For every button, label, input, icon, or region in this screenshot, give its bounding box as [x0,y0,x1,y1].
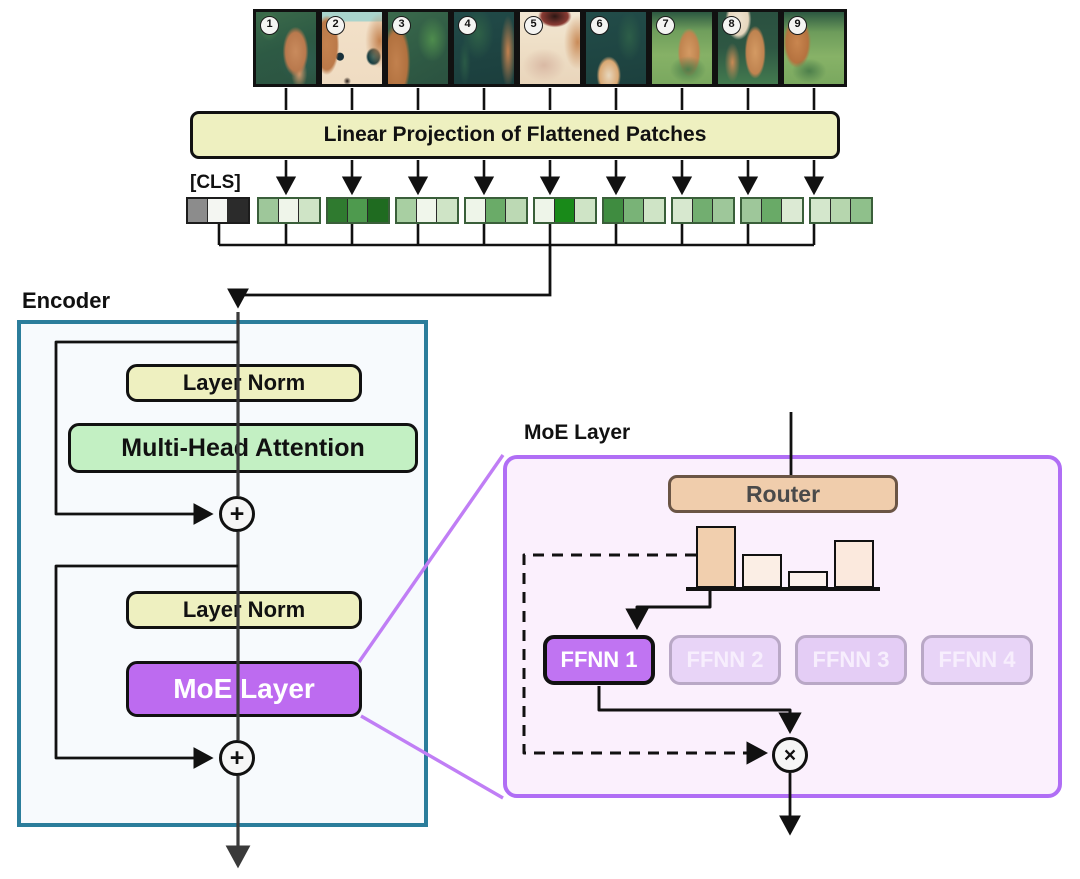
token-embedding-row [186,197,878,224]
gate-multiply-node: × [772,737,808,773]
linear-projection-label: Linear Projection of Flattened Patches [323,123,707,146]
embedding-cell [208,199,228,222]
embedding-cell [188,199,208,222]
expert-label: FFNN 1 [560,647,638,672]
patch-number: 4 [458,16,477,35]
patch-number: 1 [260,16,279,35]
embedding-cell [604,199,624,222]
moe-layer-label: MoE Layer [173,673,315,704]
router-gate-bar-3 [788,571,828,588]
embedding-cell [624,199,644,222]
router-gate-bar-4 [834,540,874,588]
embedding-cell [575,199,595,222]
cls-token-label: [CLS] [190,172,241,193]
router-gate-histogram [686,510,880,591]
embedding-cell [742,199,762,222]
patch-number: 5 [524,16,543,35]
patch-number: 8 [722,16,741,35]
embedding-cell [486,199,506,222]
expert-ffnn-4[interactable]: FFNN 4 [921,635,1033,685]
router-box[interactable]: Router [668,475,898,513]
residual-add-2: + [219,740,255,776]
expert-label: FFNN 4 [938,647,1016,672]
embedding-cell [368,199,388,222]
embedding-cell [831,199,851,222]
embedding-cell [644,199,664,222]
layer-norm-2-label: Layer Norm [182,597,306,622]
patch-token-embedding-7 [671,197,735,224]
image-patch-9: 9 [781,9,847,87]
patch-number: 7 [656,16,675,35]
router-gate-bar-2 [742,554,782,588]
encoder-label: Encoder [22,288,111,313]
embedding-cell [782,199,802,222]
embedding-cell [228,199,248,222]
embedding-cell [299,199,319,222]
plus-icon: + [229,499,245,528]
embedding-bus [217,224,816,247]
multiply-icon: × [783,743,797,767]
embedding-cell [328,199,348,222]
patch-number: 6 [590,16,609,35]
patch-token-embedding-5 [533,197,597,224]
multi-head-attention-label: Multi-Head Attention [121,433,365,462]
image-patch-6: 6 [583,9,649,87]
patch-token-embedding-6 [602,197,666,224]
patch-number: 9 [788,16,807,35]
plus-icon: + [229,743,245,772]
multi-head-attention-box[interactable]: Multi-Head Attention [68,423,418,473]
image-patch-3: 3 [385,9,451,87]
residual-add-1: + [219,496,255,532]
expert-label: FFNN 3 [812,647,890,672]
image-patch-4: 4 [451,9,517,87]
embedding-cell [762,199,782,222]
image-patch-2: 2 [319,9,385,87]
embedding-cell [397,199,417,222]
expert-ffnn-2[interactable]: FFNN 2 [669,635,781,685]
image-patch-1: 1 [253,9,319,87]
image-patch-8: 8 [715,9,781,87]
patch-token-embedding-9 [809,197,873,224]
patch-token-embedding-2 [326,197,390,224]
layer-norm-1-label: Layer Norm [182,370,306,395]
layer-norm-1-box[interactable]: Layer Norm [126,364,362,402]
expert-label: FFNN 2 [686,647,764,672]
patch-token-embedding-3 [395,197,459,224]
cls-token-embedding [186,197,250,224]
embedding-cell [851,199,871,222]
diagram-canvas: 1 2 3 4 5 6 7 8 9 Linear Projection of F… [0,0,1080,879]
embedding-cell [811,199,831,222]
embedding-cell [279,199,299,222]
patch-number: 3 [392,16,411,35]
moe-layer-box[interactable]: MoE Layer [126,661,362,717]
expert-ffnn-3[interactable]: FFNN 3 [795,635,907,685]
embedding-cell [348,199,368,222]
patch-number: 2 [326,16,345,35]
embedding-cell [693,199,713,222]
bus-to-encoder-arrow [227,245,552,309]
moe-panel-label: MoE Layer [524,421,631,444]
patch-token-embedding-8 [740,197,804,224]
embedding-cell [535,199,555,222]
embedding-cell [673,199,693,222]
router-label: Router [745,480,821,507]
patch-token-embedding-4 [464,197,528,224]
embedding-cell [466,199,486,222]
embedding-cell [259,199,279,222]
patch-token-embedding-1 [257,197,321,224]
image-patch-5: 5 [517,9,583,87]
projection-to-embedding-arrows [275,160,825,196]
embedding-cell [437,199,457,222]
patch-to-projection-lines [284,88,816,110]
linear-projection-box: Linear Projection of Flattened Patches [190,111,840,159]
embedding-cell [713,199,733,222]
image-patch-7: 7 [649,9,715,87]
layer-norm-2-box[interactable]: Layer Norm [126,591,362,629]
embedding-cell [417,199,437,222]
router-gate-bar-1 [696,526,736,588]
embedding-cell [555,199,575,222]
embedding-cell [506,199,526,222]
expert-ffnn-1[interactable]: FFNN 1 [543,635,655,685]
